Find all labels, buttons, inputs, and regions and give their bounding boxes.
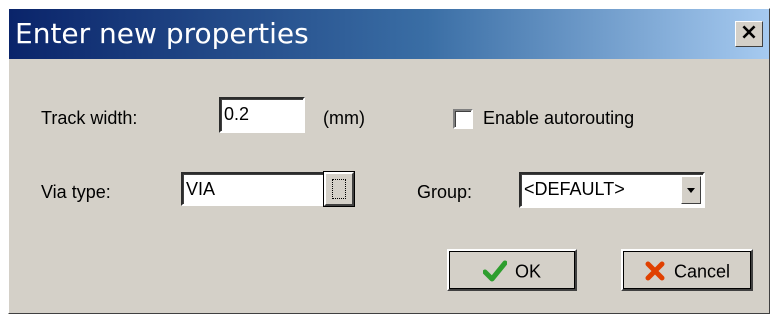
ellipsis-icon	[332, 179, 346, 199]
group-label: Group:	[417, 182, 473, 202]
properties-dialog: Enter new properties × Track width: 0.2 …	[8, 8, 770, 314]
group-select-value: <DEFAULT>	[524, 179, 625, 199]
cancel-label: Cancel	[673, 261, 731, 282]
title-bar[interactable]: Enter new properties ×	[9, 9, 769, 59]
dialog-title: Enter new properties	[15, 17, 309, 50]
cancel-x-icon	[645, 261, 665, 281]
track-width-input[interactable]: 0.2	[219, 97, 305, 133]
autorouting-checkbox[interactable]	[453, 109, 473, 129]
via-type-label: Via type:	[41, 182, 111, 202]
ok-label: OK	[514, 261, 541, 282]
chevron-down-icon[interactable]	[681, 176, 701, 204]
ok-button[interactable]: OK	[447, 249, 577, 291]
cancel-button[interactable]: Cancel	[621, 249, 753, 291]
track-width-label: Track width:	[41, 108, 138, 128]
group-select[interactable]: <DEFAULT>	[519, 172, 705, 208]
close-button[interactable]: ×	[735, 21, 763, 47]
via-browse-button[interactable]	[324, 172, 354, 206]
track-width-unit: (mm)	[323, 108, 365, 128]
close-icon: ×	[739, 20, 759, 45]
autorouting-label[interactable]: Enable autorouting	[483, 107, 634, 129]
check-icon	[482, 260, 507, 282]
via-type-input[interactable]: VIA	[181, 172, 325, 206]
